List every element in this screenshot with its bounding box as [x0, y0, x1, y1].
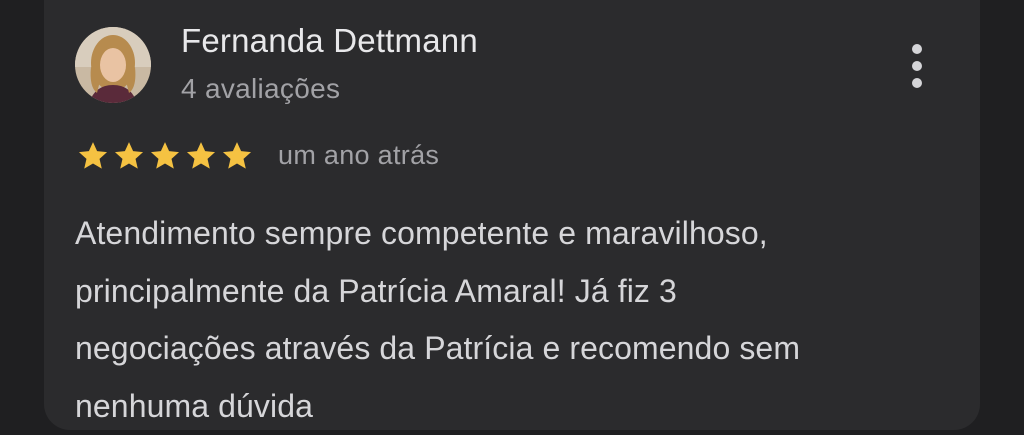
more-vert-icon[interactable] — [900, 40, 934, 92]
star-icon — [219, 139, 255, 173]
review-text-line: principalmente da Patrícia Amaral! Já fi… — [75, 263, 955, 321]
avatar[interactable] — [75, 27, 151, 103]
review-text-line: Atendimento sempre competente e maravilh… — [75, 205, 955, 263]
menu-dot — [912, 44, 922, 54]
star-icon — [183, 139, 219, 173]
review-text-line: negociações através da Patrícia e recome… — [75, 320, 955, 378]
author-name[interactable]: Fernanda Dettmann — [181, 22, 478, 60]
menu-dot — [912, 61, 922, 71]
review-time: um ano atrás — [278, 140, 439, 171]
star-icon — [147, 139, 183, 173]
star-rating — [75, 139, 255, 173]
star-icon — [111, 139, 147, 173]
review-text-line: nenhuma dúvida — [75, 378, 955, 435]
menu-dot — [912, 78, 922, 88]
star-icon — [75, 139, 111, 173]
review-text: Atendimento sempre competente e maravilh… — [75, 205, 955, 435]
author-review-count: 4 avaliações — [181, 73, 340, 105]
profile-photo — [75, 27, 151, 103]
